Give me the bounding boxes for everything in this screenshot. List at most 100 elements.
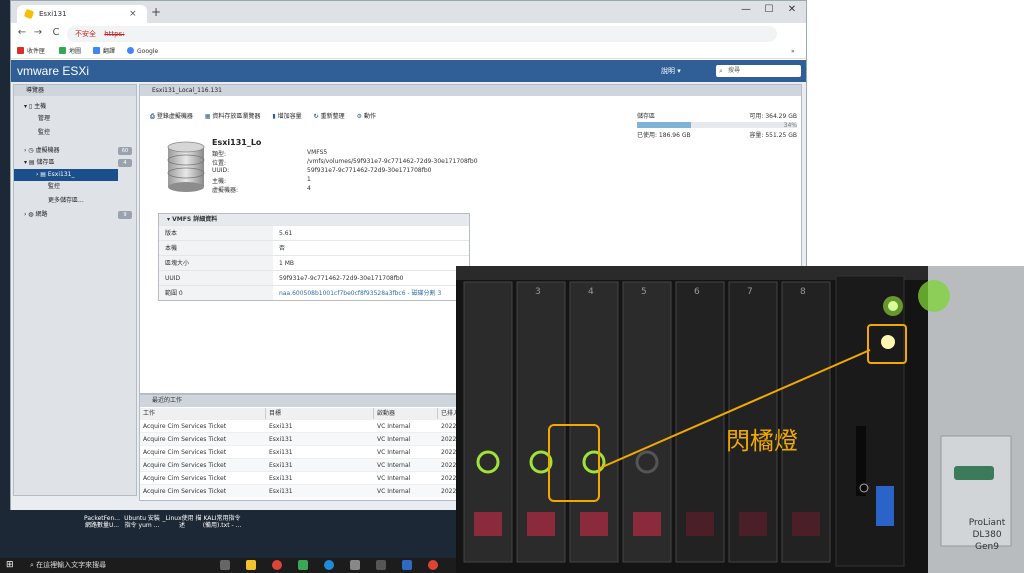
bay-number: 4 [588, 287, 594, 297]
taskbar: ⊞ ⌕ 在這裡輸入文字來搜尋 [0, 558, 456, 573]
refresh-button[interactable]: ↻ 重新整理 [314, 113, 345, 120]
drive-bay [463, 281, 513, 563]
detail-uuid-key: UUID: [212, 167, 230, 174]
col-target[interactable]: 目標 [266, 408, 374, 419]
taskbar-search[interactable]: ⌕ 在這裡輸入文字來搜尋 [30, 560, 200, 571]
detail-type-value: VMFS5 [307, 149, 328, 156]
extent-link[interactable]: naa.600508b1001cf7be0cf8f93528a3fbc6 - 磁… [279, 290, 441, 297]
increase-capacity-button[interactable]: ▮ 增加容量 [272, 113, 301, 120]
capacity-percent: 34% [783, 122, 797, 129]
vmfs-details-panel: ▾ VMFS 詳細資料 版本 5.61 本機否 區塊大小 1 MB UUID 59f9… [158, 213, 470, 301]
google-icon [127, 47, 134, 54]
nav-item-more-storage[interactable]: 更多儲存區... [14, 195, 136, 207]
nav-item-manage[interactable]: 管理 [14, 113, 136, 125]
close-button[interactable]: ✕ [782, 4, 802, 15]
forward-button[interactable]: → [31, 27, 45, 38]
col-task[interactable]: 工作 [140, 408, 266, 419]
datastore-icon [167, 141, 205, 192]
desktop-file[interactable]: PacketFen... 網路數量U... [82, 515, 122, 529]
security-warning: 不安全 [75, 30, 96, 38]
maps-icon [59, 47, 66, 54]
bay-number: 5 [641, 287, 647, 297]
back-button[interactable]: ← [15, 27, 29, 38]
capacity-used: 已使用: 186.96 GB [637, 132, 691, 139]
app-icon[interactable] [298, 560, 308, 570]
storage-count-badge: 4 [118, 159, 132, 167]
desktop-file[interactable]: KALI常用指令 (備用).txt - ... [202, 515, 242, 529]
task-view-icon[interactable] [220, 560, 230, 570]
search-placeholder: 搜尋 [728, 67, 741, 74]
new-tab-button[interactable]: + [151, 5, 161, 19]
task-cell: VC Internal [377, 488, 411, 495]
bookmark-google[interactable]: Google [127, 45, 158, 59]
gmail-icon [17, 47, 24, 54]
nav-item-ds-monitor[interactable]: 監控 [14, 181, 136, 193]
server-brand: ProLiant [968, 518, 1006, 528]
server-photo: 3 4 5 6 7 8 ProLiant DL380 Gen9 閃橘燈 [456, 266, 1024, 573]
detail-vms-key: 虛擬機器: [212, 187, 239, 194]
action-toolbar: ⎙ 登錄虛擬機器 ▦ 資料存放區瀏覽器 ▮ 增加容量 ↻ 重新整理 ⚙ 動作 [150, 111, 386, 121]
bookmarks-more-button[interactable]: » [791, 45, 795, 59]
detail-hosts-value: 1 [307, 176, 311, 183]
start-icon[interactable]: ⊞ [6, 560, 16, 570]
desktop-file[interactable]: _Linux使用 描述 [162, 515, 202, 529]
browser-tab[interactable]: Esxi131 × [17, 5, 147, 23]
tab-favicon-icon [23, 8, 35, 20]
bookmark-gmail[interactable]: 收件匣 [17, 45, 45, 59]
nav-item-host[interactable]: ▾ ▯ 主機 [14, 101, 136, 113]
vmfs-row: 區塊大小 1 MB [159, 255, 469, 270]
navigator-title: 導覽器 [14, 85, 136, 96]
vmfs-row: 本機否 [159, 240, 469, 255]
nav-item-vms[interactable]: › ◷ 虛擬機器 60 [14, 145, 136, 157]
file-explorer-icon[interactable] [246, 560, 256, 570]
navigator-panel: 導覽器 ▾ ▯ 主機 管理 監控 › ◷ 虛擬機器 60 ▾ ▤ 儲存區 4 › ▤… [13, 84, 137, 496]
nav-item-network[interactable]: › ◍ 網路 9 [14, 209, 136, 221]
title-bar: Esxi131 × + — ☐ ✕ [11, 1, 806, 23]
desktop-file[interactable]: Ubuntu 安裝 指令 yum ... [122, 515, 162, 529]
tab-close-icon[interactable]: × [129, 5, 137, 23]
bookmark-translate[interactable]: 翻譯 [93, 45, 115, 59]
mail-icon[interactable] [402, 560, 412, 570]
edge-icon[interactable] [324, 560, 334, 570]
vmfs-details-title[interactable]: ▾ VMFS 詳細資料 [159, 214, 469, 225]
app-icon[interactable] [376, 560, 386, 570]
drive-bay: 3 [516, 281, 566, 563]
capacity-bar-fill [637, 122, 692, 128]
bay-number: 3 [535, 287, 541, 297]
network-count-badge: 9 [118, 211, 132, 219]
server-generation: Gen9 [975, 542, 999, 552]
search-input[interactable]: ⌕ 搜尋 [716, 65, 801, 77]
tab-title: Esxi131 [39, 10, 67, 18]
chrome-icon[interactable] [272, 560, 282, 570]
chrome-icon[interactable] [428, 560, 438, 570]
capacity-bar [637, 122, 797, 128]
help-menu[interactable]: 說明 ▾ [661, 66, 681, 76]
actions-button[interactable]: ⚙ 動作 [357, 113, 376, 120]
detail-hosts-key: 主機: [212, 178, 227, 185]
minimize-button[interactable]: — [736, 4, 756, 15]
caption-blinking-orange: 閃橘燈 [726, 427, 798, 455]
nav-item-datastore-selected[interactable]: › ▤ Esxi131_ [14, 169, 118, 181]
bookmark-maps[interactable]: 地圖 [59, 45, 81, 59]
nav-item-monitor[interactable]: 監控 [14, 127, 136, 139]
esxi-header: vmware ESXi 說明 ▾ ⌕ 搜尋 [11, 60, 806, 82]
nav-item-storage[interactable]: ▾ ▤ 儲存區 4 [14, 157, 136, 169]
register-vm-button[interactable]: ⎙ 登錄虛擬機器 [150, 113, 193, 120]
esxi-logo: vmware ESXi [17, 64, 90, 78]
capacity-free: 可用: 364.29 GB [749, 113, 797, 120]
bookmarks-bar: 收件匣 地圖 翻譯 Google » [11, 45, 806, 59]
search-icon: ⌕ [719, 67, 723, 75]
datastore-browser-button[interactable]: ▦ 資料存放區瀏覽器 [205, 113, 261, 120]
address-bar[interactable]: 不安全 https: [67, 26, 777, 42]
server-model: DL380 [972, 530, 1002, 540]
maximize-button[interactable]: ☐ [759, 4, 779, 15]
col-initiator[interactable]: 啟動器 [374, 408, 438, 419]
blank-area [807, 0, 1024, 266]
detail-type-key: 類型: [212, 151, 227, 158]
app-icon[interactable] [350, 560, 360, 570]
url-text: https: [104, 30, 125, 38]
reload-button[interactable]: C [49, 27, 63, 38]
bay-number: 7 [747, 287, 753, 297]
capacity-total: 容量: 551.25 GB [749, 132, 797, 139]
detail-vms-value: 4 [307, 185, 311, 192]
